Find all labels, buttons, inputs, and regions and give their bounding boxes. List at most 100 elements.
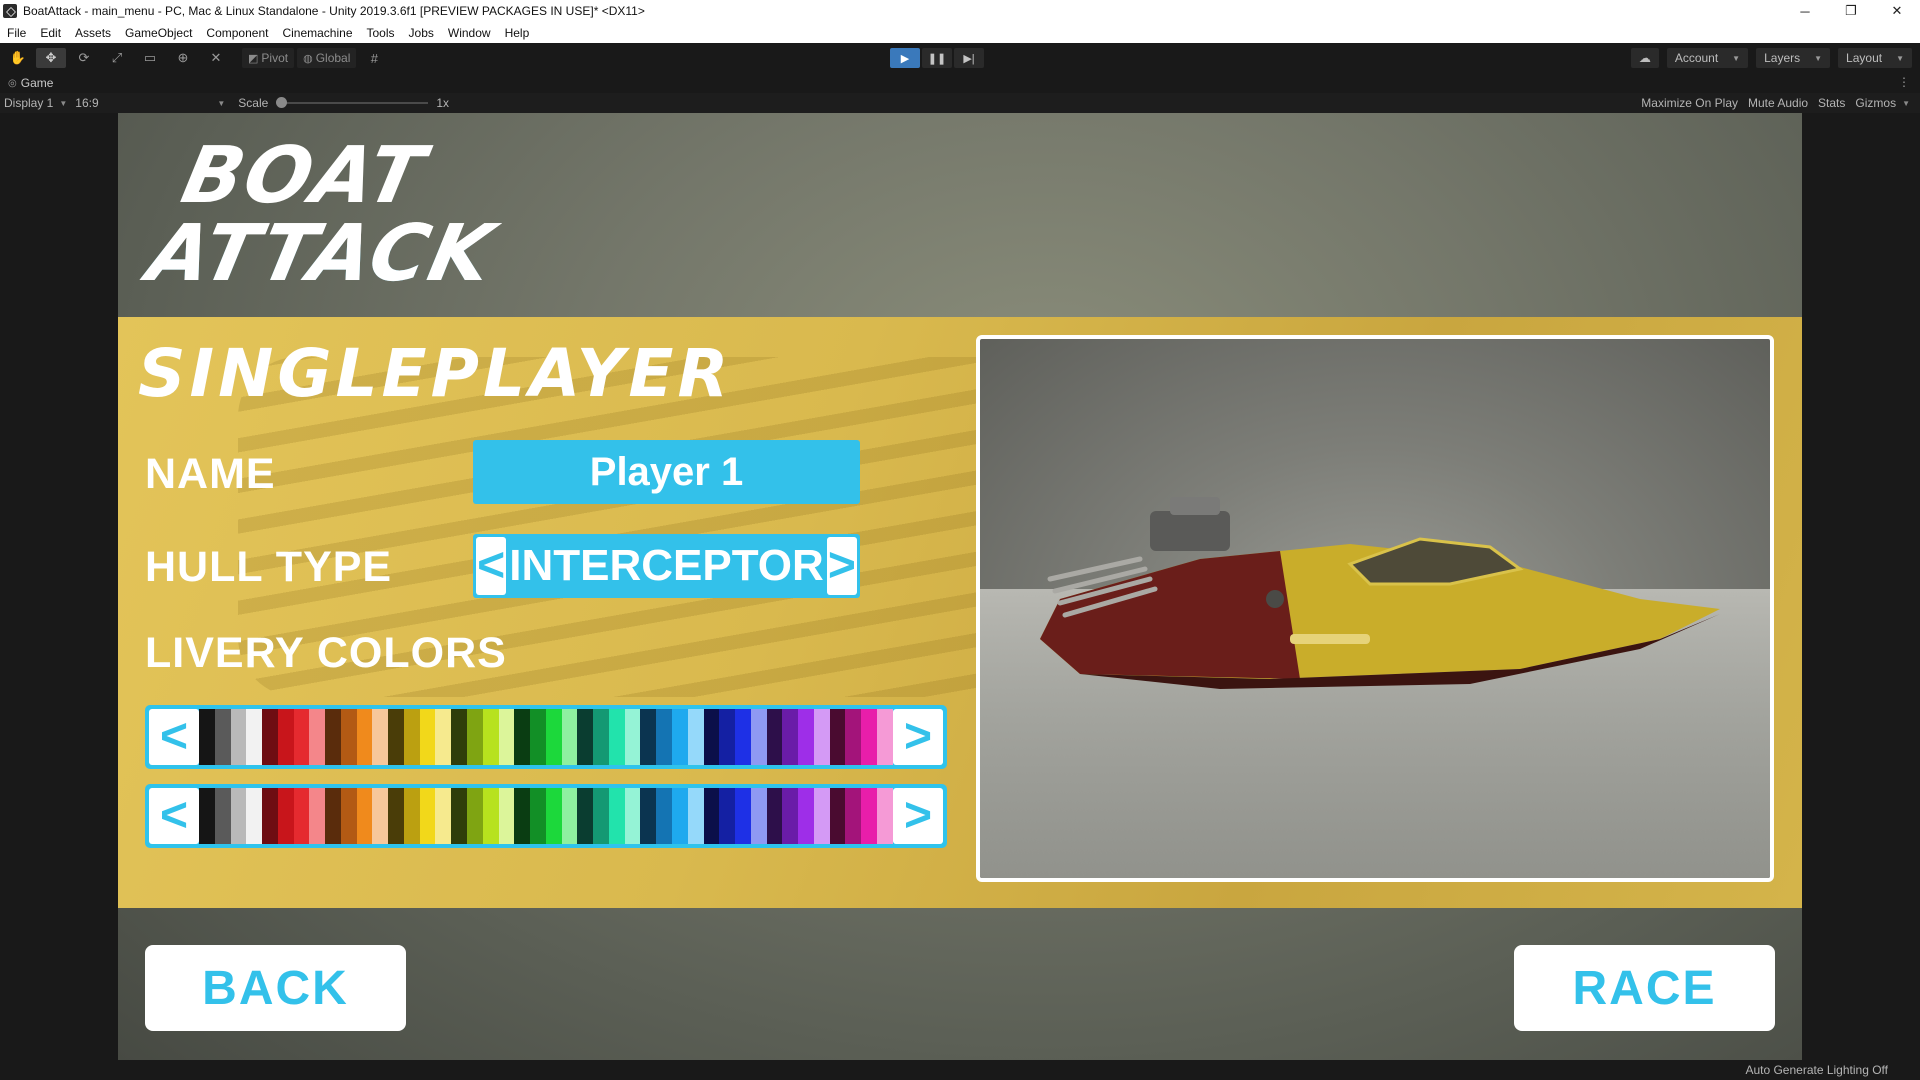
color-swatch[interactable] [577,788,593,844]
color-swatch[interactable] [798,788,814,844]
color-swatch[interactable] [593,709,609,765]
lighting-status[interactable]: Auto Generate Lighting Off [1745,1063,1888,1077]
gizmos-dropdown[interactable]: Gizmos [1855,96,1896,110]
back-button[interactable]: BACK [145,945,406,1031]
color-swatch[interactable] [499,709,515,765]
color-swatch[interactable] [735,788,751,844]
livery-primary-prev-button[interactable]: < [149,709,199,765]
color-swatch[interactable] [530,788,546,844]
color-swatch[interactable] [435,788,451,844]
color-swatch[interactable] [798,709,814,765]
color-swatch[interactable] [656,788,672,844]
color-swatch[interactable] [735,709,751,765]
color-swatch[interactable] [704,709,720,765]
menu-component[interactable]: Component [199,26,275,40]
color-swatch[interactable] [483,709,499,765]
stats-toggle[interactable]: Stats [1818,96,1845,110]
menu-edit[interactable]: Edit [33,26,68,40]
color-swatch[interactable] [199,788,215,844]
color-swatch[interactable] [767,788,783,844]
color-swatch[interactable] [672,709,688,765]
rotate-tool-icon[interactable]: ⟳ [69,48,99,68]
color-swatch[interactable] [625,709,641,765]
color-swatch[interactable] [262,788,278,844]
color-swatch[interactable] [420,788,436,844]
color-swatch[interactable] [656,709,672,765]
color-swatch[interactable] [845,709,861,765]
menu-tools[interactable]: Tools [360,26,402,40]
color-swatch[interactable] [814,788,830,844]
player-name-input[interactable]: Player 1 [473,440,860,504]
color-swatch[interactable] [782,788,798,844]
hand-tool-icon[interactable]: ✋ [3,48,33,68]
menu-gameobject[interactable]: GameObject [118,26,199,40]
color-swatch[interactable] [546,709,562,765]
color-swatch[interactable] [451,709,467,765]
color-swatch[interactable] [640,709,656,765]
color-swatch[interactable] [309,709,325,765]
color-swatch[interactable] [357,709,373,765]
color-swatch[interactable] [719,788,735,844]
color-swatch[interactable] [688,788,704,844]
color-swatch[interactable] [372,788,388,844]
layout-dropdown[interactable]: Layout ▼ [1838,48,1912,68]
color-swatch[interactable] [341,709,357,765]
layers-dropdown[interactable]: Layers ▼ [1756,48,1830,68]
color-swatch[interactable] [467,709,483,765]
color-swatch[interactable] [877,788,893,844]
color-swatch[interactable] [231,788,247,844]
livery-primary-next-button[interactable]: > [893,709,943,765]
menu-jobs[interactable]: Jobs [402,26,441,40]
cloud-icon[interactable]: ☁ [1631,48,1659,68]
color-swatch[interactable] [215,788,231,844]
color-swatch[interactable] [719,709,735,765]
grid-snap-icon[interactable]: # [359,48,389,68]
color-swatch[interactable] [861,709,877,765]
color-swatch[interactable] [294,709,310,765]
mute-audio-toggle[interactable]: Mute Audio [1748,96,1808,110]
livery-primary-swatches[interactable] [199,709,893,765]
color-swatch[interactable] [688,709,704,765]
livery-secondary-prev-button[interactable]: < [149,788,199,844]
color-swatch[interactable] [388,788,404,844]
color-swatch[interactable] [640,788,656,844]
color-swatch[interactable] [751,788,767,844]
tab-game[interactable]: ◎ Game [0,73,61,93]
color-swatch[interactable] [309,788,325,844]
livery-secondary-next-button[interactable]: > [893,788,943,844]
color-swatch[interactable] [262,709,278,765]
color-swatch[interactable] [499,788,515,844]
color-swatch[interactable] [861,788,877,844]
color-swatch[interactable] [388,709,404,765]
menu-cinemachine[interactable]: Cinemachine [275,26,359,40]
close-button[interactable]: ✕ [1874,0,1920,22]
color-swatch[interactable] [325,788,341,844]
color-swatch[interactable] [577,709,593,765]
color-swatch[interactable] [451,788,467,844]
move-tool-icon[interactable]: ✥ [36,48,66,68]
color-swatch[interactable] [325,709,341,765]
color-swatch[interactable] [246,788,262,844]
color-swatch[interactable] [877,709,893,765]
color-swatch[interactable] [530,709,546,765]
menu-help[interactable]: Help [498,26,537,40]
color-swatch[interactable] [514,788,530,844]
color-swatch[interactable] [546,788,562,844]
color-swatch[interactable] [562,709,578,765]
color-swatch[interactable] [357,788,373,844]
hull-prev-button[interactable]: < [476,537,506,595]
custom-tool-icon[interactable]: ✕ [201,48,231,68]
color-swatch[interactable] [562,788,578,844]
color-swatch[interactable] [404,788,420,844]
menu-window[interactable]: Window [441,26,498,40]
color-swatch[interactable] [420,709,436,765]
color-swatch[interactable] [278,788,294,844]
color-swatch[interactable] [609,709,625,765]
pivot-toggle[interactable]: ◩ Pivot [242,48,294,68]
maximize-on-play-toggle[interactable]: Maximize On Play [1641,96,1738,110]
color-swatch[interactable] [782,709,798,765]
transform-tool-icon[interactable]: ⊕ [168,48,198,68]
color-swatch[interactable] [845,788,861,844]
color-swatch[interactable] [341,788,357,844]
race-button[interactable]: RACE [1514,945,1775,1031]
